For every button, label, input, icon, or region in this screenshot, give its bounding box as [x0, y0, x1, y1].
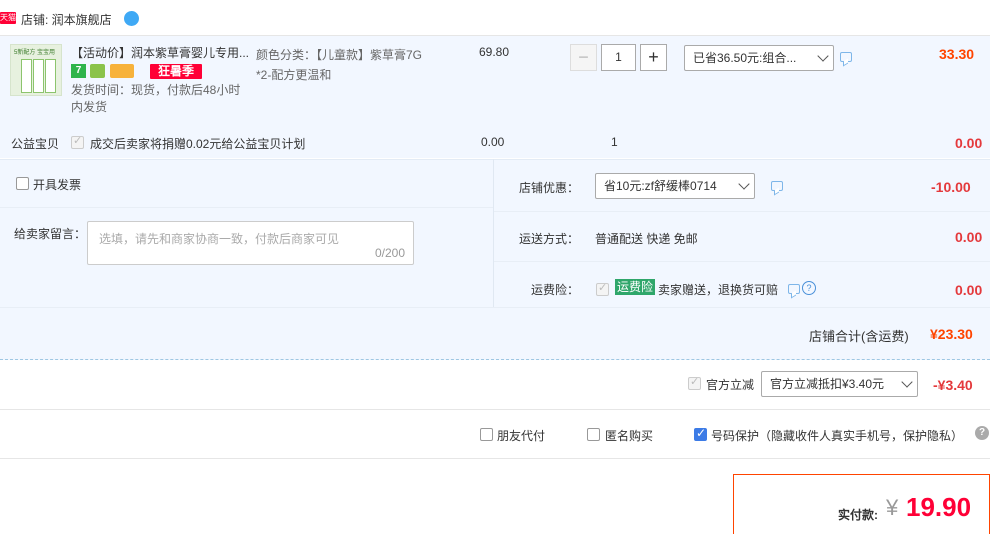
shop-total-amount: ¥23.30: [930, 326, 973, 342]
qty-input[interactable]: 1: [601, 44, 636, 71]
invoice-label[interactable]: 开具发票: [33, 176, 81, 193]
invoice-checkbox[interactable]: [16, 177, 29, 190]
seven-day-return-icon: 7: [71, 64, 86, 78]
ship-time: 发货时间：现货，付款后48小时内发货: [71, 83, 241, 114]
anonymous-label[interactable]: 匿名购买: [605, 427, 653, 444]
official-discount-label: 官方立减: [706, 378, 755, 392]
charity-checkbox: [71, 134, 84, 149]
friend-pay-checkbox[interactable]: [480, 428, 493, 441]
payment-amount: 19.90: [906, 492, 972, 522]
insurance-text: 卖家赠送，退换货可赔: [658, 283, 779, 297]
shop-total-divider: [0, 359, 990, 360]
help-icon[interactable]: ?: [802, 281, 816, 295]
chat-icon[interactable]: [788, 284, 800, 294]
shop-discount-label: 店铺优惠：: [519, 181, 580, 195]
shop-discount-text: 省10元:zf舒缓棒0714: [604, 179, 717, 193]
shop-discount-amount: -10.00: [931, 179, 971, 195]
insurance-label: 运费险：: [531, 283, 580, 297]
privacy-checkbox[interactable]: [694, 426, 707, 441]
help-icon[interactable]: ?: [975, 426, 989, 440]
thumbnail-caption: 5新配方 宝宝用: [14, 50, 56, 56]
insurance-badge: 运费险: [615, 279, 656, 295]
quantity-stepper: − 1 +: [570, 44, 667, 71]
qty-plus-button[interactable]: +: [640, 44, 667, 71]
friend-pay-label[interactable]: 朋友代付: [497, 427, 545, 444]
message-label: 给卖家留言：: [14, 227, 87, 241]
item-price: 69.80: [479, 45, 510, 59]
item-spec: 颜色分类：【儿童款】紫草膏7G *2-配方更温和: [256, 48, 423, 82]
details-divider-2: [494, 261, 990, 262]
shipping-amount: 0.00: [955, 229, 983, 245]
charity-text: 成交后卖家将捐赠0.02元给公益宝贝计划: [90, 137, 306, 151]
details-divider-3: [0, 307, 990, 308]
official-discount-select[interactable]: 官方立减抵扣¥3.40元: [761, 371, 918, 397]
chevron-down-icon: [817, 50, 829, 62]
payment-currency: ¥: [886, 495, 899, 520]
shop-total-label: 店铺合计(含运费): [809, 329, 909, 344]
chevron-down-icon: [901, 376, 913, 388]
item-discount-text: 已省36.50元:组合...: [693, 51, 797, 65]
shipping-value: 普通配送 快递 免邮: [595, 232, 698, 246]
shop-chat-icon[interactable]: [124, 11, 139, 26]
card-pay-icon: [110, 64, 134, 78]
charity-total: 0.00: [955, 135, 983, 151]
item-subtotal: 33.30: [939, 46, 975, 62]
tmall-badge: 天猫: [0, 12, 16, 24]
chevron-down-icon: [738, 178, 750, 190]
official-discount-amount: -¥3.40: [933, 377, 973, 393]
item-thumbnail[interactable]: 5新配方 宝宝用: [10, 44, 62, 96]
official-discount-text: 官方立减抵扣¥3.40元: [770, 377, 885, 391]
charity-qty: 1: [611, 135, 618, 149]
charity-price: 0.00: [481, 135, 505, 149]
shop-name[interactable]: 店铺: 润本旗舰店: [21, 11, 112, 28]
item-title[interactable]: 【活动价】润本紫草膏婴儿专用...: [71, 44, 251, 61]
qty-minus-button[interactable]: −: [570, 44, 597, 71]
item-discount-select[interactable]: 已省36.50元:组合...: [684, 45, 834, 71]
privacy-label[interactable]: 号码保护（隐藏收件人真实手机号，保护隐私）: [711, 427, 963, 444]
payment-box: 实付款: ¥ 19.90: [733, 474, 990, 534]
chat-icon[interactable]: [840, 52, 852, 62]
shop-discount-select[interactable]: 省10元:zf舒缓棒0714: [595, 173, 755, 199]
message-placeholder: 选填，请先和商家协商一致，付款后商家可见: [99, 232, 340, 246]
options-divider: [0, 458, 990, 459]
message-textarea[interactable]: 选填，请先和商家协商一致，付款后商家可见 0/200: [87, 221, 414, 265]
insurance-checkbox: [596, 281, 609, 296]
insurance-amount: 0.00: [955, 282, 983, 298]
details-divider-vertical: [493, 159, 494, 307]
message-counter: 0/200: [374, 246, 405, 260]
official-discount-checkbox: [688, 375, 701, 390]
anonymous-checkbox[interactable]: [587, 428, 600, 441]
shipping-label: 运送方式：: [519, 232, 580, 246]
details-divider-1: [494, 211, 990, 212]
guarantee-icon: [90, 64, 105, 78]
details-divider-left: [0, 207, 493, 208]
promo-tag: 狂暑季: [150, 64, 202, 79]
chat-icon[interactable]: [771, 181, 783, 191]
payment-label: 实付款:: [838, 508, 878, 522]
charity-label: 公益宝贝: [11, 137, 60, 151]
official-divider: [0, 409, 990, 410]
